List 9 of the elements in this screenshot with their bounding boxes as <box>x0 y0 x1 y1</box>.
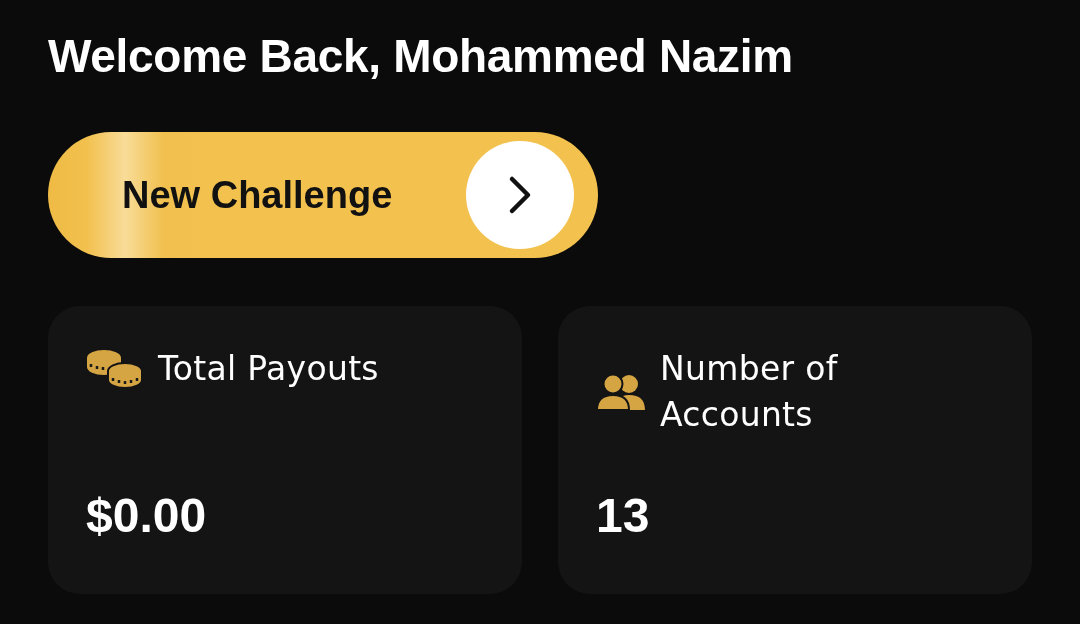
people-icon <box>596 374 646 410</box>
welcome-heading: Welcome Back, Mohammed Nazim <box>48 29 793 84</box>
new-challenge-button[interactable]: New Challenge <box>48 132 598 258</box>
stat-value: $0.00 <box>86 488 207 544</box>
stat-value: 13 <box>596 488 650 544</box>
chevron-right-icon <box>466 141 574 249</box>
stat-label: Total Payouts <box>158 348 379 390</box>
coins-icon <box>86 348 144 390</box>
stat-label: Number of Accounts <box>660 348 839 436</box>
